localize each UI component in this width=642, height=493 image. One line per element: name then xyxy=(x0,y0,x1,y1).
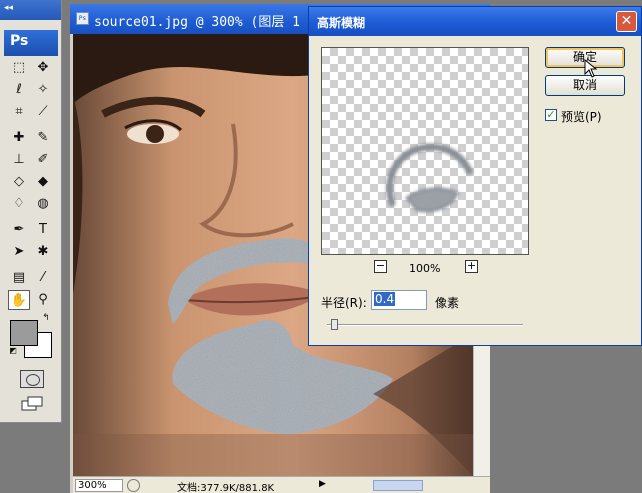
toolbox-titlebar[interactable]: ◂◂ xyxy=(0,0,61,20)
radius-unit-label: 像素 xyxy=(435,296,460,310)
slice-tool-icon[interactable]: ⟋ xyxy=(32,102,54,122)
document-size-info: 文档:377.9K/881.8K xyxy=(177,483,275,493)
swap-colors-icon[interactable]: ↰ xyxy=(40,312,52,324)
custom-shape-tool-icon[interactable]: ✱ xyxy=(32,242,54,262)
default-colors-icon[interactable]: ◩ xyxy=(8,346,18,356)
blur-tool-icon[interactable]: ♢ xyxy=(8,194,30,214)
screen-mode-icon xyxy=(21,396,43,411)
dialog-title: 高斯模糊 xyxy=(317,16,366,30)
collapse-icon[interactable]: ◂◂ xyxy=(4,3,13,13)
filter-preview[interactable] xyxy=(321,47,529,255)
zoom-field[interactable]: 300% xyxy=(75,479,123,492)
type-tool-icon[interactable]: T xyxy=(32,220,54,240)
radius-input[interactable]: 0.4 xyxy=(371,290,427,310)
lasso-tool-icon[interactable]: ℓ xyxy=(8,80,30,100)
path-selection-tool-icon[interactable]: ➤ xyxy=(8,242,30,262)
clone-stamp-tool-icon[interactable]: ⊥ xyxy=(8,150,30,170)
radius-slider-thumb[interactable] xyxy=(330,319,338,330)
gaussian-blur-dialog: 高斯模糊 ✕ − 100% + 半径(R): 0.4 像素 确定 取消 ✓ 预览… xyxy=(308,6,642,346)
dialog-titlebar[interactable]: 高斯模糊 xyxy=(309,7,641,36)
zoom-in-button[interactable]: + xyxy=(465,260,478,273)
preview-zoom-level: 100% xyxy=(409,262,441,275)
ps-document-icon: Ps xyxy=(76,12,89,25)
paint-bucket-tool-icon[interactable]: ◆ xyxy=(32,172,54,192)
preview-checkbox-label[interactable]: 预览(P) xyxy=(561,108,602,125)
preview-checkbox[interactable]: ✓ xyxy=(545,109,557,121)
status-bar: 300% 文档:377.9K/881.8K ▶ xyxy=(73,476,490,493)
healing-brush-tool-icon[interactable]: ✚ xyxy=(8,128,30,148)
status-info-icon[interactable] xyxy=(127,479,140,492)
history-brush-tool-icon[interactable]: ✐ xyxy=(32,150,54,170)
document-title: source01.jpg @ 300% (图层 1 xyxy=(94,15,301,30)
eraser-tool-icon[interactable]: ◇ xyxy=(8,172,30,192)
close-icon[interactable]: ✕ xyxy=(616,11,637,32)
foreground-color-swatch[interactable] xyxy=(10,320,38,346)
status-menu-arrow-icon[interactable]: ▶ xyxy=(319,479,326,489)
quick-mask-button[interactable] xyxy=(20,370,44,388)
preview-blurred-beard xyxy=(386,143,474,213)
notes-tool-icon[interactable]: ▤ xyxy=(8,268,30,288)
photoshop-logo[interactable]: Ps xyxy=(4,30,58,56)
dodge-tool-icon[interactable]: ◍ xyxy=(32,194,54,214)
magic-wand-tool-icon[interactable]: ✧ xyxy=(32,80,54,100)
screen-mode-button[interactable] xyxy=(20,395,46,413)
eyedropper-tool-icon[interactable]: ⁄ xyxy=(32,268,54,288)
brush-tool-icon[interactable]: ✎ xyxy=(32,128,54,148)
toolbox-panel: ◂◂ Ps ⬚ ✥ ℓ ✧ ⌗ ⟋ ✚ ✎ ⊥ ✐ ◇ ◆ ♢ ◍ ✒ T ➤ … xyxy=(0,0,62,423)
workspace-background xyxy=(490,346,642,493)
zoom-out-button[interactable]: − xyxy=(374,260,387,273)
move-tool-icon[interactable]: ✥ xyxy=(32,58,54,78)
horizontal-scroll-thumb[interactable] xyxy=(373,480,423,491)
pen-tool-icon[interactable]: ✒ xyxy=(8,220,30,240)
radius-slider-track[interactable] xyxy=(327,324,523,326)
mouse-cursor-icon xyxy=(584,59,598,78)
hand-tool-icon[interactable]: ✋ xyxy=(8,290,30,310)
zoom-tool-icon[interactable]: ⚲ xyxy=(32,290,54,310)
marquee-tool-icon[interactable]: ⬚ xyxy=(8,58,30,78)
radius-value: 0.4 xyxy=(374,292,396,306)
radius-label: 半径(R): xyxy=(321,296,367,310)
crop-tool-icon[interactable]: ⌗ xyxy=(8,102,30,122)
